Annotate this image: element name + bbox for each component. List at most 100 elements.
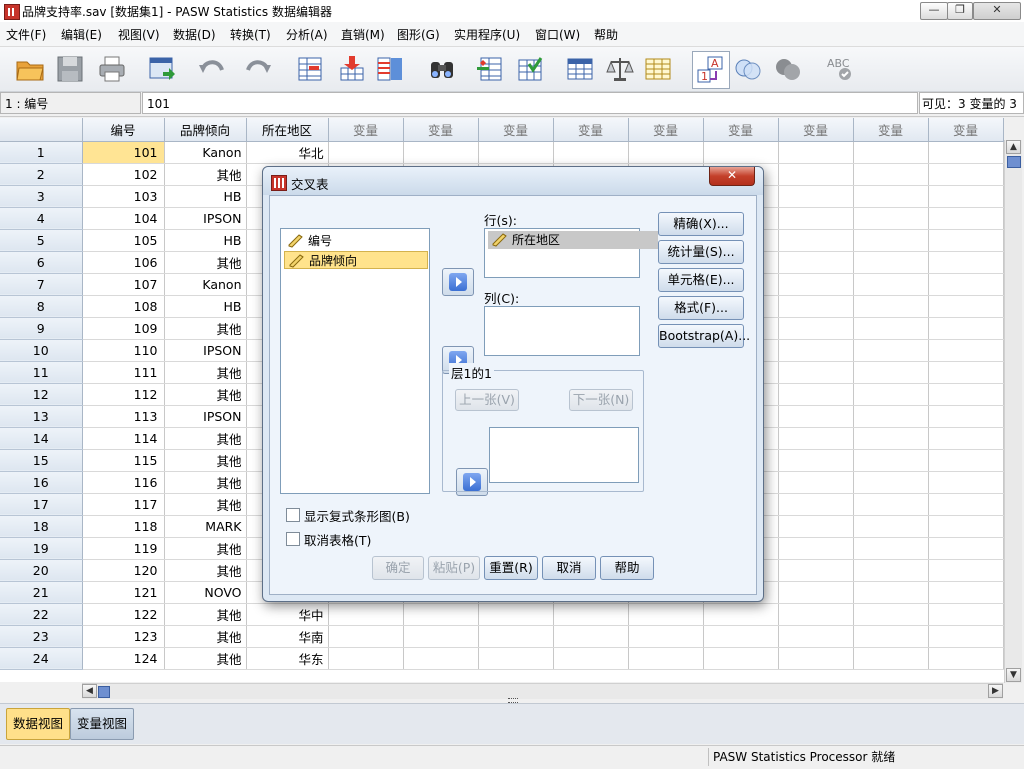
cell-value-editor[interactable]: 101 [142, 92, 918, 114]
insert-variable-icon[interactable] [512, 51, 548, 87]
menu-graphs[interactable]: 图形(G) [397, 26, 440, 43]
cell-empty[interactable] [853, 339, 929, 362]
cell-empty[interactable] [928, 427, 1004, 450]
cell-empty[interactable] [778, 251, 854, 274]
cell-brand[interactable]: 其他 [164, 383, 247, 406]
cell-id[interactable]: 115 [82, 449, 165, 472]
cell-id[interactable]: 106 [82, 251, 165, 274]
column-header[interactable]: 品牌倾向 [164, 118, 247, 142]
source-variable-list[interactable]: 编号 品牌倾向 [280, 228, 430, 494]
variables-icon[interactable] [372, 51, 408, 87]
rows-list[interactable]: 所在地区 [484, 228, 658, 278]
cell-empty[interactable] [853, 163, 929, 186]
open-folder-icon[interactable] [12, 51, 48, 87]
cancel-button[interactable]: 取消 [542, 556, 596, 580]
row-header[interactable]: 4 [0, 207, 83, 230]
source-var-item-selected[interactable]: 品牌倾向 [284, 251, 428, 269]
menu-window[interactable]: 窗口(W) [535, 26, 580, 43]
cell-brand[interactable]: HB [164, 229, 247, 252]
cell-empty[interactable] [778, 273, 854, 296]
cell-id[interactable]: 122 [82, 603, 165, 626]
cell-empty[interactable] [853, 625, 929, 648]
cell-region[interactable]: 华东 [246, 647, 329, 670]
bootstrap-button[interactable]: Bootstrap(A)... [658, 324, 750, 348]
cell-empty[interactable] [778, 581, 854, 604]
cell-reference[interactable]: 1 : 编号 [0, 92, 141, 114]
cell-empty[interactable] [778, 427, 854, 450]
cell-empty[interactable] [403, 625, 479, 648]
row-header[interactable]: 24 [0, 647, 83, 670]
column-header-empty[interactable]: 变量 [478, 118, 554, 142]
cell-id[interactable]: 124 [82, 647, 165, 670]
split-file-icon[interactable] [562, 51, 598, 87]
cell-empty[interactable] [703, 647, 779, 670]
cell-id[interactable]: 105 [82, 229, 165, 252]
cell-id[interactable]: 110 [82, 339, 165, 362]
cell-id[interactable]: 118 [82, 515, 165, 538]
cell-empty[interactable] [778, 317, 854, 340]
cell-empty[interactable] [853, 581, 929, 604]
cell-empty[interactable] [928, 207, 1004, 230]
cell-region[interactable]: 华中 [246, 603, 329, 626]
cell-empty[interactable] [778, 493, 854, 516]
source-var-item[interactable]: 编号 [284, 232, 452, 250]
cell-empty[interactable] [778, 141, 854, 164]
menu-utilities[interactable]: 实用程序(U) [454, 26, 520, 43]
row-header[interactable]: 3 [0, 185, 83, 208]
recall-dialog-icon[interactable] [144, 51, 180, 87]
cell-id[interactable]: 108 [82, 295, 165, 318]
column-header-empty[interactable]: 变量 [628, 118, 704, 142]
find-icon[interactable] [424, 51, 460, 87]
cell-empty[interactable] [928, 493, 1004, 516]
select-cases-icon[interactable] [640, 51, 676, 87]
redo-icon[interactable] [240, 51, 276, 87]
cell-id[interactable]: 116 [82, 471, 165, 494]
cell-id[interactable]: 104 [82, 207, 165, 230]
cell-id[interactable]: 121 [82, 581, 165, 604]
column-header-empty[interactable]: 变量 [778, 118, 854, 142]
cell-empty[interactable] [853, 559, 929, 582]
cell-empty[interactable] [853, 251, 929, 274]
save-icon[interactable] [52, 51, 88, 87]
cell-empty[interactable] [928, 603, 1004, 626]
cell-empty[interactable] [853, 317, 929, 340]
scroll-down-icon[interactable]: ▼ [1006, 668, 1021, 682]
clustered-bar-checkbox[interactable] [286, 508, 300, 522]
cell-empty[interactable] [478, 647, 554, 670]
cell-empty[interactable] [478, 603, 554, 626]
dialog-title-bar[interactable]: 交叉表 ✕ [263, 167, 763, 195]
undo-icon[interactable] [194, 51, 230, 87]
column-header-empty[interactable]: 变量 [703, 118, 779, 142]
cell-empty[interactable] [778, 207, 854, 230]
cell-brand[interactable]: 其他 [164, 559, 247, 582]
suppress-tables-checkbox[interactable] [286, 532, 300, 546]
cell-empty[interactable] [853, 185, 929, 208]
menu-data[interactable]: 数据(D) [173, 26, 216, 43]
cell-empty[interactable] [928, 185, 1004, 208]
row-var-item[interactable]: 所在地区 [488, 231, 658, 249]
cell-id[interactable]: 107 [82, 273, 165, 296]
column-header[interactable]: 编号 [82, 118, 165, 142]
cell-id[interactable]: 109 [82, 317, 165, 340]
cell-brand[interactable]: IPSON [164, 405, 247, 428]
cell-empty[interactable] [853, 405, 929, 428]
cell-empty[interactable] [778, 625, 854, 648]
cell-empty[interactable] [778, 537, 854, 560]
cell-empty[interactable] [928, 141, 1004, 164]
cell-empty[interactable] [928, 537, 1004, 560]
cell-empty[interactable] [853, 383, 929, 406]
cell-empty[interactable] [778, 603, 854, 626]
menu-view[interactable]: 视图(V) [118, 26, 160, 43]
cell-empty[interactable] [853, 647, 929, 670]
row-header[interactable]: 16 [0, 471, 83, 494]
menu-analyze[interactable]: 分析(A) [286, 26, 328, 43]
cell-empty[interactable] [328, 625, 404, 648]
row-header[interactable]: 12 [0, 383, 83, 406]
cell-empty[interactable] [778, 449, 854, 472]
cell-empty[interactable] [478, 141, 554, 164]
cell-brand[interactable]: 其他 [164, 251, 247, 274]
cell-empty[interactable] [853, 295, 929, 318]
cell-empty[interactable] [853, 207, 929, 230]
column-header-empty[interactable]: 变量 [553, 118, 629, 142]
vertical-scrollbar[interactable]: ▲ ▼ [1004, 140, 1022, 683]
